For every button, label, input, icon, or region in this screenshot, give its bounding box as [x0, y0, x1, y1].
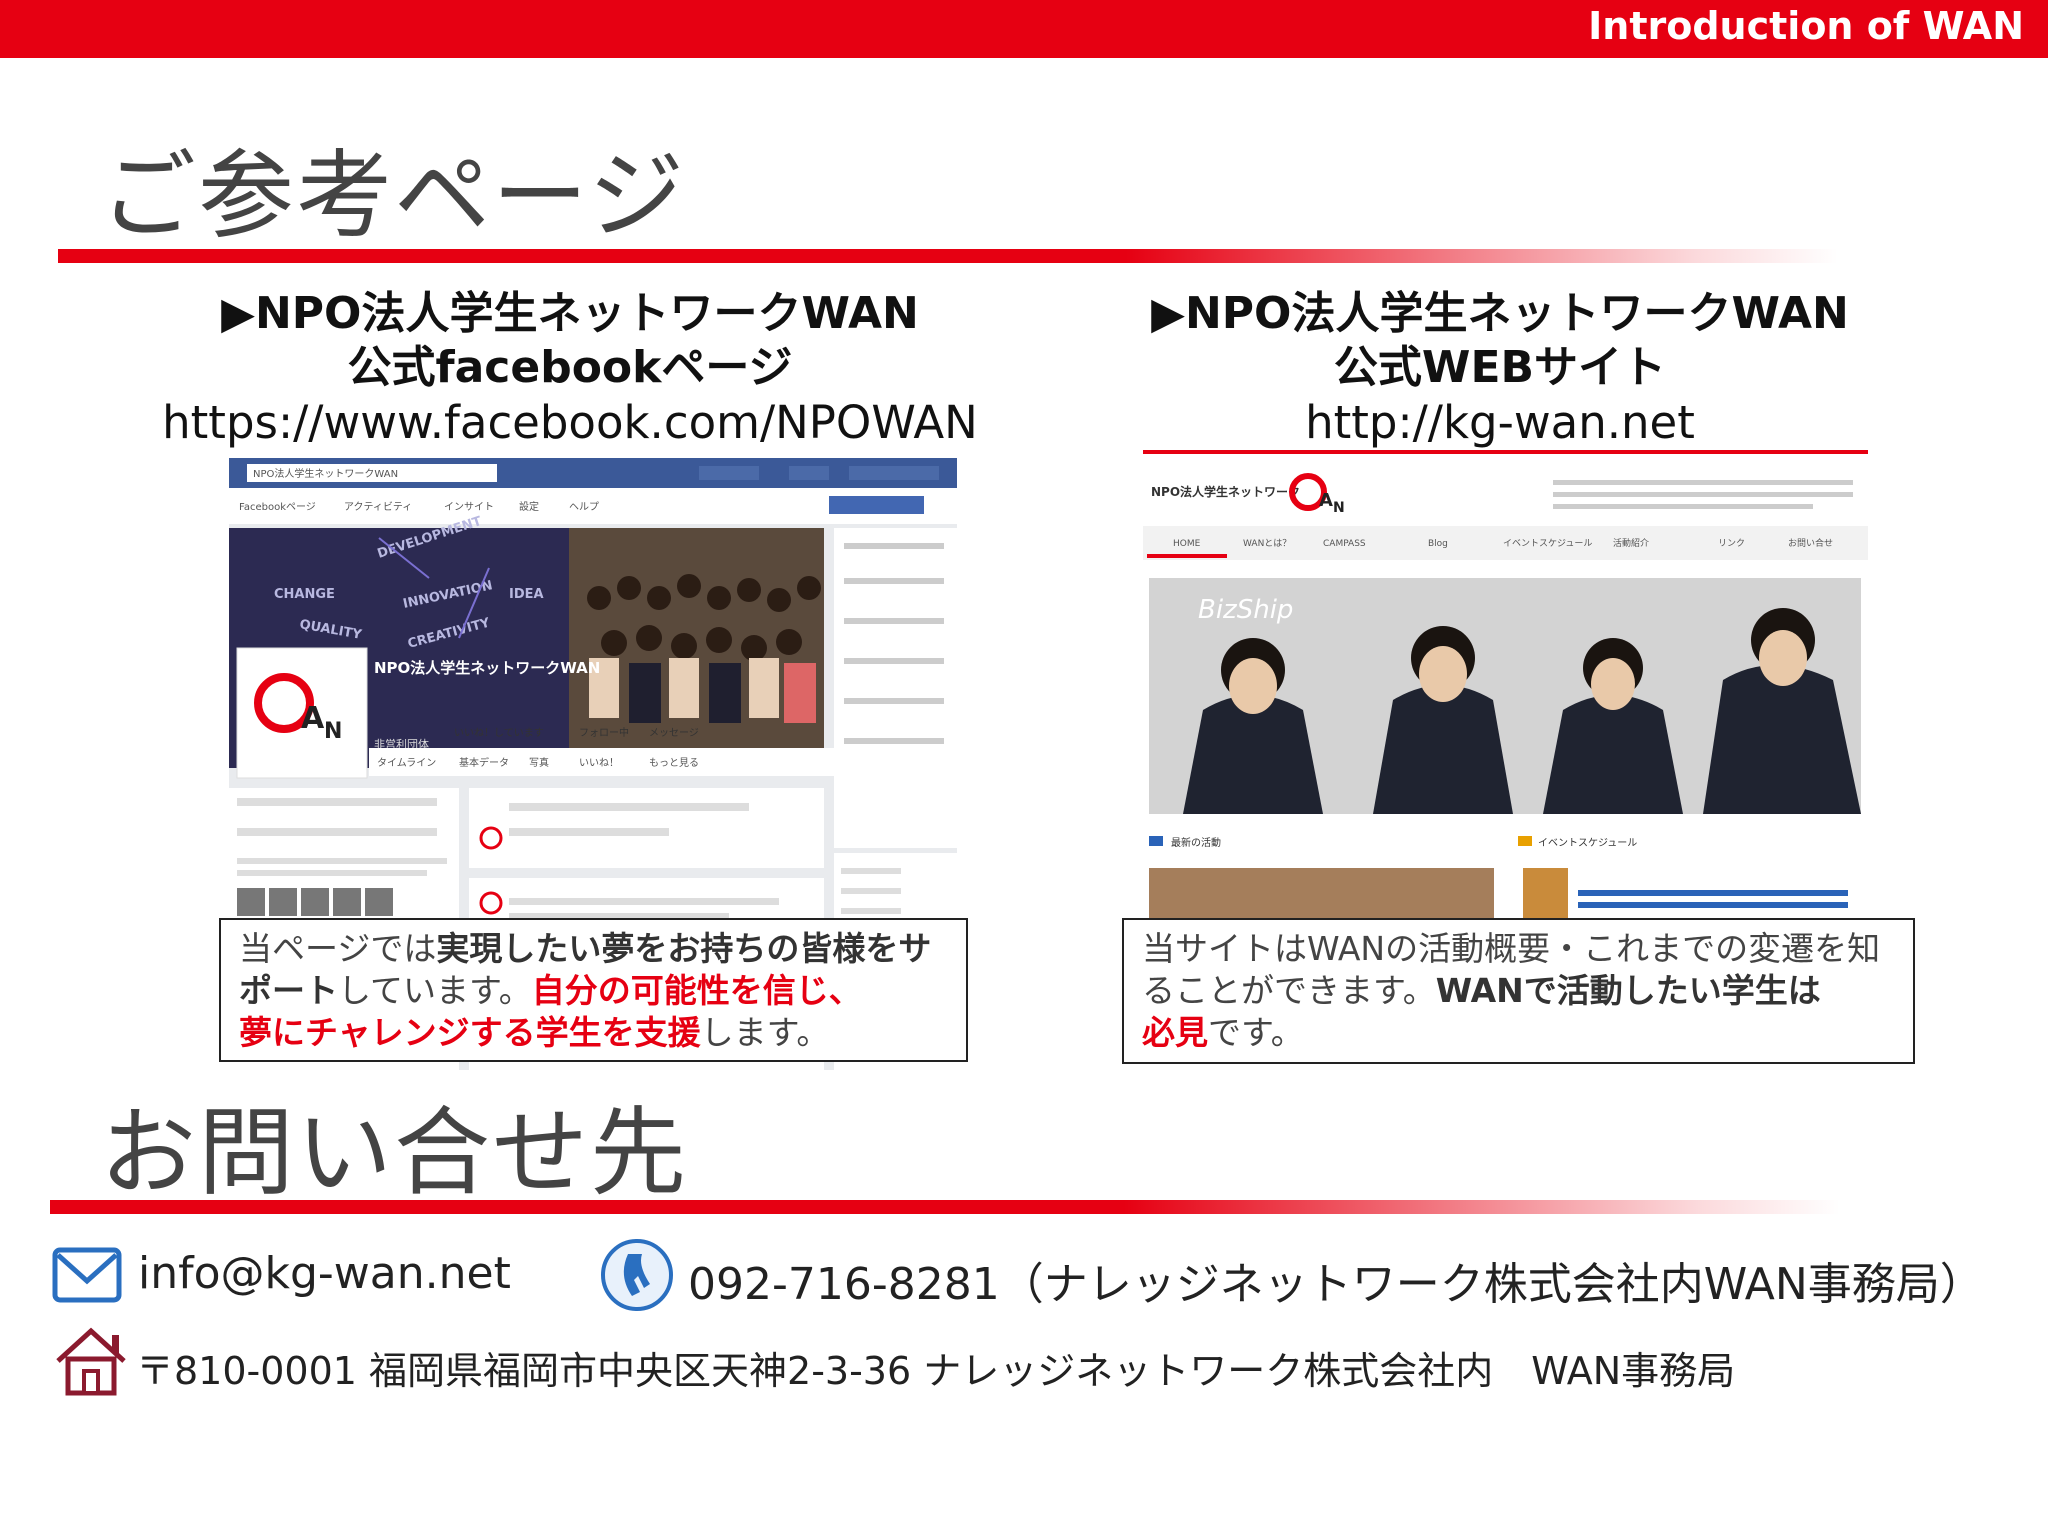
- website-screenshot-graphic: NPO法人学生ネットワーク A N HOME WANとは？ CAMPASS Blog イ…: [1143, 450, 1868, 920]
- site-section-b: イベントスケジュール: [1538, 837, 1637, 849]
- site-menu-item-0: HOME: [1173, 539, 1201, 549]
- fb-button-0: いいね！しています: [454, 727, 544, 739]
- home-icon: [52, 1325, 130, 1401]
- site-menu-item-1: WANとは？: [1243, 538, 1291, 549]
- fb-note-5: 自分の可能性を信じ、: [531, 971, 862, 1010]
- site-menu-item-5: 活動紹介: [1613, 537, 1649, 549]
- website-caption-line2: 公式WEBサイト: [1333, 342, 1667, 393]
- facebook-caption-line1: ▶NPO法人学生ネットワークWAN: [221, 288, 919, 339]
- svg-text:A: A: [301, 701, 325, 736]
- fb-tab-0: タイムライン: [377, 757, 436, 769]
- fb-tab-4: もっと見る: [649, 757, 699, 769]
- fb-tab-2: 写真: [529, 756, 549, 769]
- site-menu-item-3: Blog: [1428, 539, 1448, 549]
- svg-text:N: N: [1333, 500, 1345, 516]
- fb-cover-word-1: CHANGE: [274, 587, 335, 602]
- section-divider: [58, 249, 1838, 263]
- site-menu-item-6: リンク: [1718, 538, 1745, 549]
- facebook-description: 当ページでは実現したい夢をお持ちの皆様をサポートしています。自分の可能性を信じ、…: [219, 918, 968, 1062]
- website-caption-line1: ▶NPO法人学生ネットワークWAN: [1151, 288, 1849, 339]
- header-bar: Introduction of WAN: [0, 0, 2048, 58]
- site-note-4: です。: [1208, 1013, 1304, 1052]
- fb-note-4: しています。: [338, 971, 532, 1010]
- site-watermark: BizShip: [1198, 595, 1293, 625]
- fb-nav-item-4: ヘルプ: [569, 501, 599, 513]
- contact-address: 〒810-0001 福岡県福岡市中央区天神2-3-36 ナレッジネットワーク株式…: [136, 1349, 1736, 1393]
- contact-email[interactable]: info@kg-wan.net: [138, 1248, 511, 1299]
- fb-nav-item-0: Facebookページ: [239, 502, 316, 513]
- facebook-caption: ▶NPO法人学生ネットワークWAN 公式facebookページ https://…: [130, 287, 1010, 451]
- facebook-url[interactable]: https://www.facebook.com/NPOWAN: [130, 395, 1010, 451]
- facebook-caption-line2: 公式facebookページ: [347, 342, 793, 393]
- fb-nav-item-2: インサイト: [444, 501, 494, 513]
- site-section-a: 最新の活動: [1171, 836, 1221, 849]
- fb-note-7: します。: [700, 1013, 830, 1052]
- fb-cover-word-4: IDEA: [509, 587, 544, 602]
- site-menu-item-7: お問い合せ: [1788, 537, 1833, 549]
- contact-phone[interactable]: 092-716-8281（ナレッジネットワーク株式会社内WAN事務局）: [688, 1248, 1984, 1312]
- section-divider-contact: [50, 1200, 1840, 1214]
- svg-text:A: A: [1319, 490, 1333, 511]
- fb-note-2: 実現したい夢をお持ちの皆様を: [436, 929, 899, 968]
- fb-nav-item-1: アクティビティ: [344, 501, 412, 513]
- fb-tab-1: 基本データ: [459, 756, 509, 769]
- section-title-reference: ご参考ページ: [100, 140, 687, 252]
- fb-button-1: フォロー中: [579, 726, 629, 739]
- site-name: NPO法人学生ネットワーク: [1151, 484, 1300, 499]
- section-title-contact: お問い合せ先: [100, 1097, 688, 1209]
- website-url[interactable]: http://kg-wan.net: [1070, 395, 1930, 451]
- header-title: Introduction of WAN: [1588, 4, 2024, 48]
- mail-icon: [52, 1245, 122, 1309]
- phone-icon: [598, 1236, 676, 1318]
- site-menu-item-2: CAMPASS: [1323, 539, 1366, 549]
- website-screenshot: NPO法人学生ネットワーク A N HOME WANとは？ CAMPASS Blog イ…: [1143, 450, 1868, 920]
- fb-search-text: NPO法人学生ネットワークWAN: [253, 467, 398, 480]
- fb-button-2: メッセージ: [649, 727, 699, 739]
- site-note-2: WANで活動したい学生は: [1435, 971, 1821, 1010]
- fb-page-name: NPO法人学生ネットワークWAN: [374, 659, 600, 677]
- fb-nav-item-3: 設定: [519, 500, 539, 513]
- website-description: 当サイトはWANの活動概要・これまでの変遷を知ることができます。WANで活動した…: [1122, 918, 1915, 1064]
- fb-note-1: 当ページでは: [239, 929, 437, 968]
- site-menu-item-4: イベントスケジュール: [1503, 538, 1592, 549]
- svg-text:N: N: [324, 719, 342, 744]
- fb-tab-3: いいね！: [579, 757, 619, 769]
- website-caption: ▶NPO法人学生ネットワークWAN 公式WEBサイト http://kg-wan…: [1070, 287, 1930, 451]
- fb-note-6: 夢にチャレンジする学生を支援: [239, 1013, 701, 1052]
- site-note-3: 必見: [1142, 1013, 1208, 1052]
